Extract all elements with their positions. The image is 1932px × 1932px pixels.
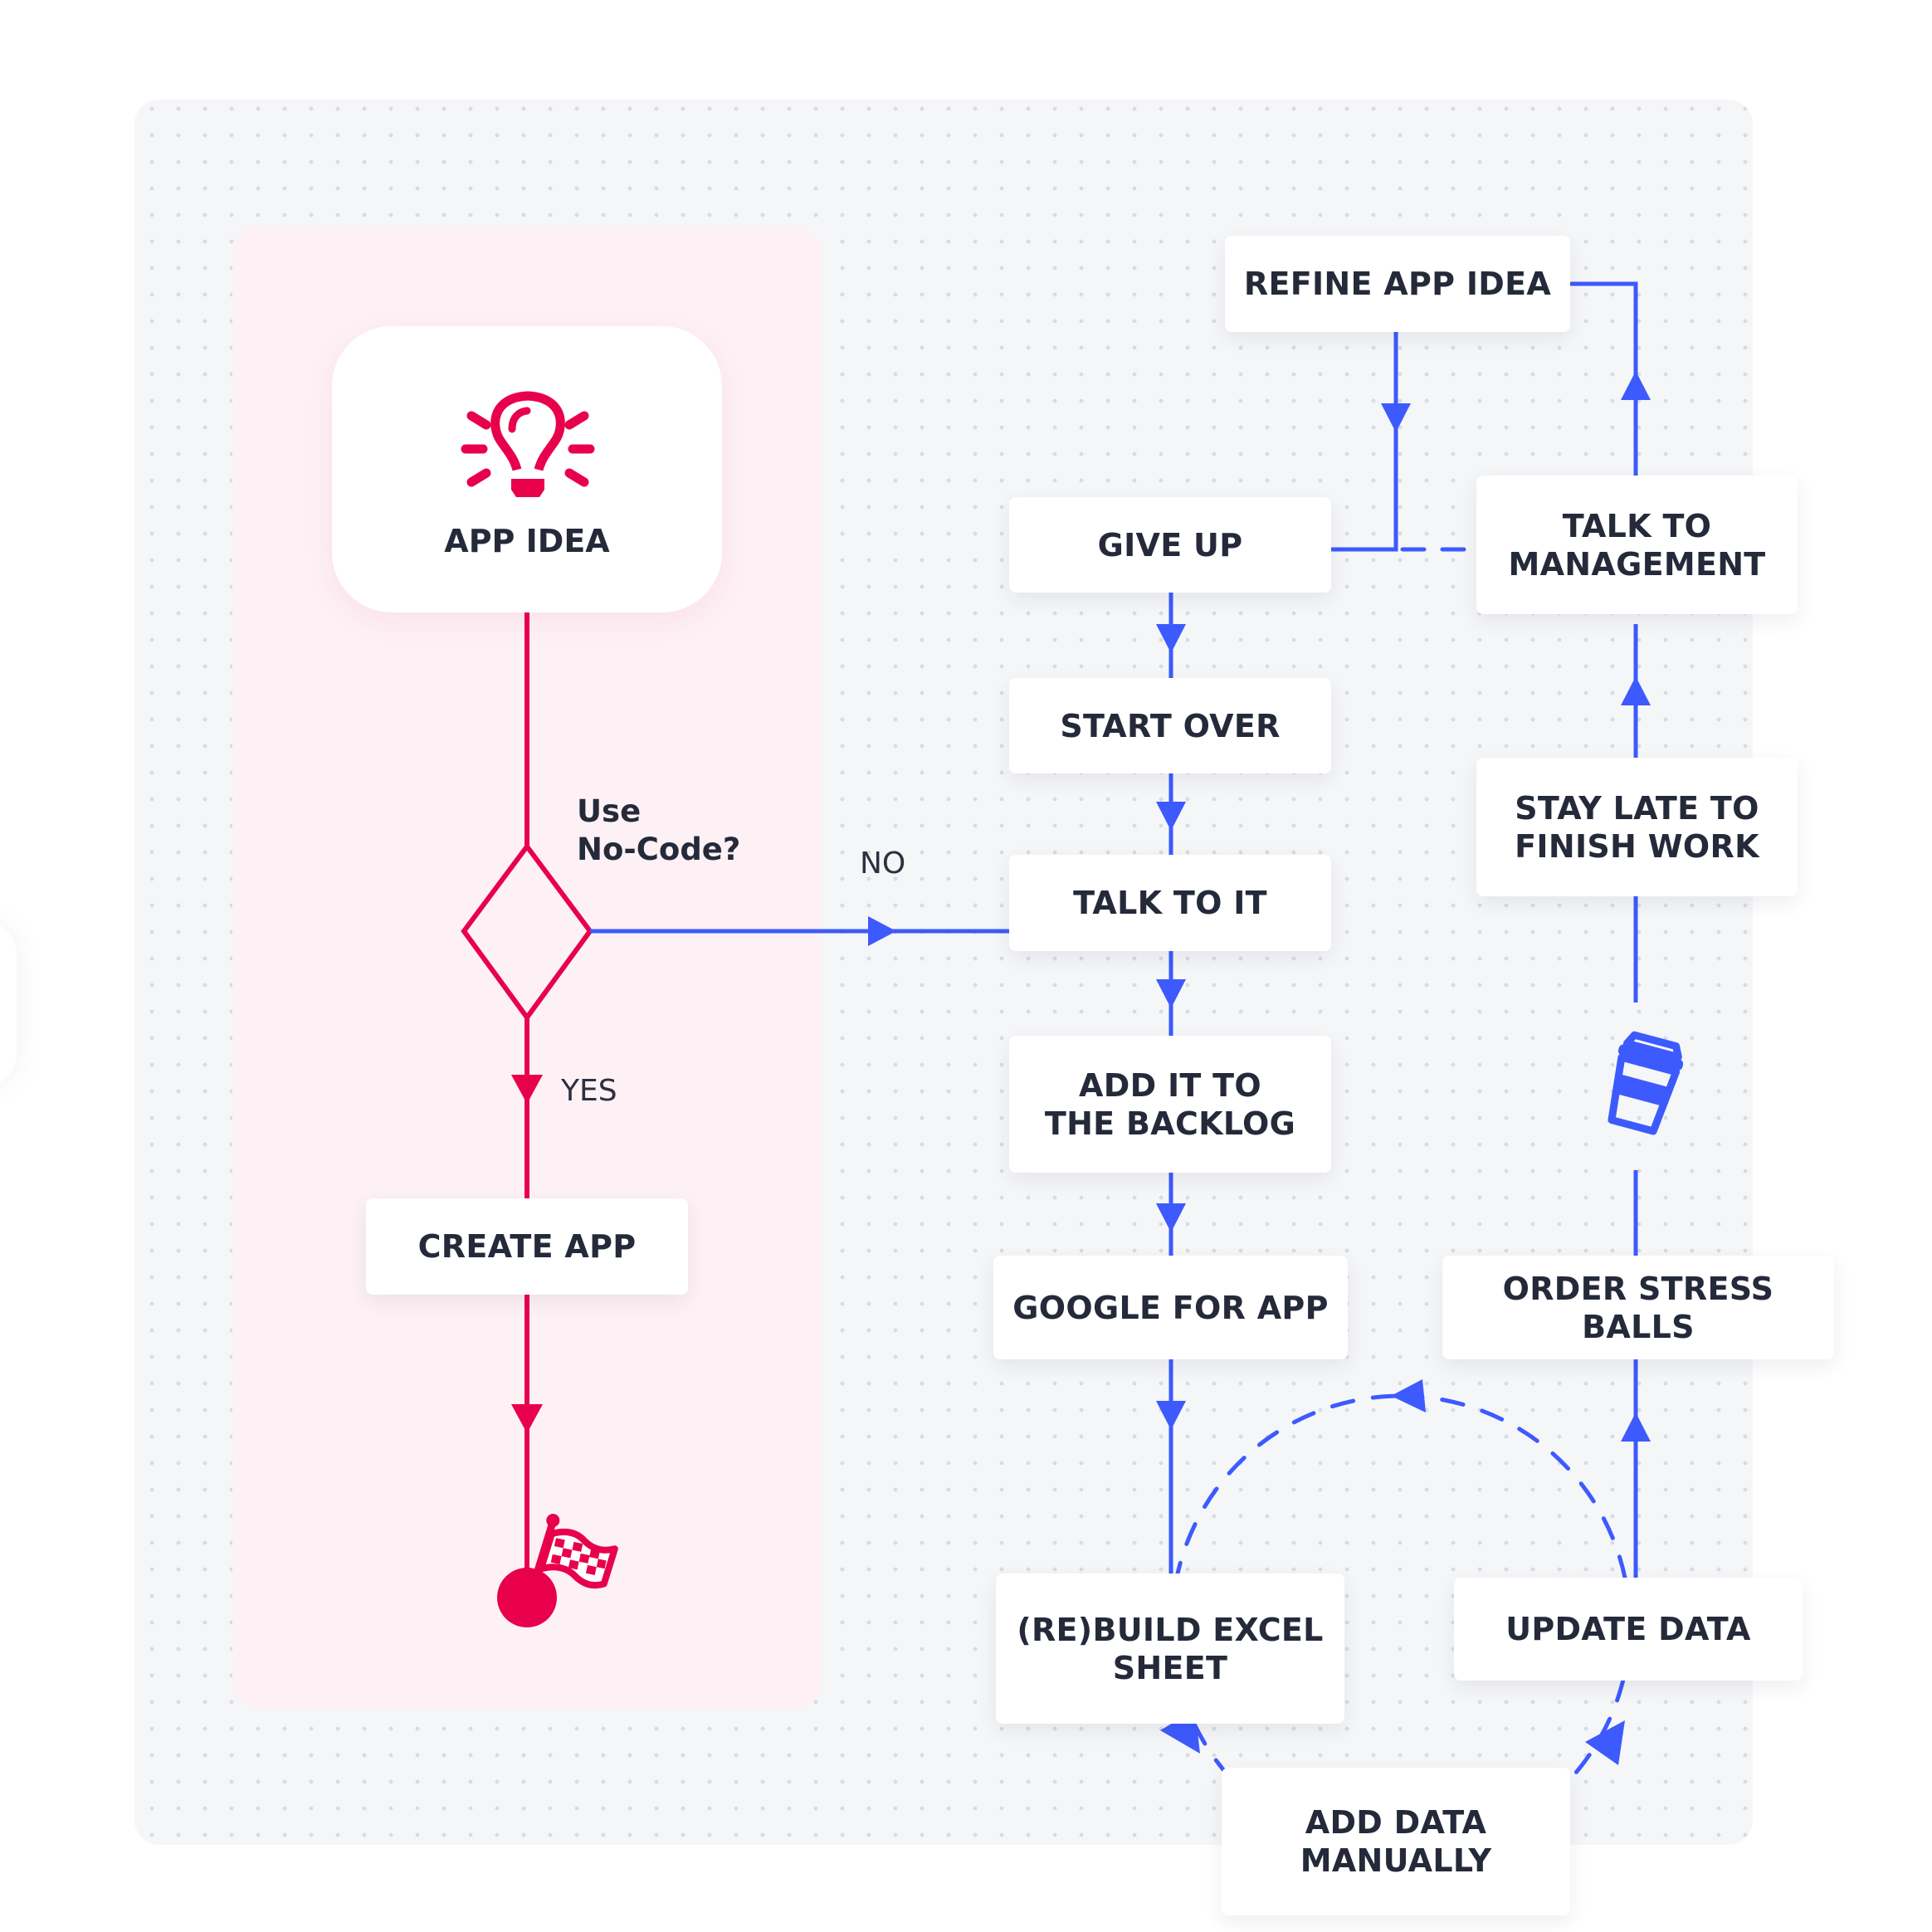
arrowhead-mgmt — [1621, 676, 1651, 705]
node-update-data[interactable]: UPDATE DATA — [1454, 1578, 1803, 1681]
start-node-label: APP IDEA — [444, 523, 610, 559]
node-talk-to-it[interactable]: TALK TO IT — [1009, 855, 1331, 951]
lightbulb-icon — [461, 391, 595, 497]
arrowhead-refine — [1621, 371, 1651, 400]
decision-question: Use No-Code? — [577, 793, 741, 867]
node-label: UPDATE DATA — [1505, 1611, 1751, 1647]
node-stay-late[interactable]: STAY LATE TO FINISH WORK — [1476, 758, 1798, 896]
branch-label-yes: YES — [561, 1074, 617, 1108]
node-label: TALK TO MANAGEMENT — [1508, 507, 1766, 583]
arrowhead-startover — [1156, 624, 1186, 653]
arrowhead-yes — [511, 1075, 543, 1104]
node-label: ADD IT TO THE BACKLOG — [1044, 1066, 1296, 1142]
node-give-up[interactable]: GIVE UP — [1009, 497, 1331, 593]
start-node-app-idea[interactable]: APP IDEA — [332, 326, 722, 612]
node-start-over[interactable]: START OVER — [1009, 678, 1331, 773]
node-talk-to-management[interactable]: TALK TO MANAGEMENT — [1476, 476, 1798, 614]
arrowhead-talkit — [1156, 802, 1186, 831]
arrowhead-no — [868, 916, 896, 946]
arrowhead-backlog — [1156, 979, 1186, 1008]
node-add-to-backlog[interactable]: ADD IT TO THE BACKLOG — [1009, 1036, 1331, 1173]
node-google-for-app[interactable]: GOOGLE FOR APP — [993, 1256, 1348, 1359]
node-label: GIVE UP — [1097, 526, 1243, 564]
arrowhead-giveup — [1381, 403, 1411, 432]
decision-diamond[interactable] — [461, 842, 593, 1022]
node-label: GOOGLE FOR APP — [1012, 1289, 1329, 1326]
node-label: ORDER STRESS BALLS — [1502, 1270, 1774, 1345]
node-label: (RE)BUILD EXCEL SHEET — [1017, 1611, 1324, 1686]
node-refine-app-idea[interactable]: REFINE APP IDEA — [1225, 236, 1570, 332]
node-label: REFINE APP IDEA — [1243, 266, 1552, 302]
node-label: START OVER — [1060, 707, 1281, 744]
node-rebuild-excel[interactable]: (RE)BUILD EXCEL SHEET — [996, 1573, 1344, 1724]
node-label: TALK TO IT — [1073, 885, 1267, 921]
branch-label-no: NO — [860, 846, 906, 881]
end-node[interactable] — [497, 1568, 557, 1627]
arrowhead-end — [511, 1404, 543, 1433]
arrowhead-google — [1156, 1203, 1186, 1232]
node-label: ADD DATA MANUALLY — [1300, 1804, 1492, 1879]
node-label: STAY LATE TO FINISH WORK — [1515, 789, 1759, 865]
arrowhead-loop-top — [1391, 1379, 1426, 1412]
node-order-stress-balls[interactable]: ORDER STRESS BALLS — [1442, 1256, 1834, 1359]
arrowhead-stress — [1621, 1412, 1651, 1442]
edge-mgmt-to-refine — [1570, 281, 1638, 476]
coffee-cup-icon — [1608, 1031, 1684, 1135]
edge-refine-to-giveup — [1331, 332, 1398, 552]
node-create-app[interactable]: CREATE APP — [366, 1198, 688, 1295]
arrowhead-rebuild — [1156, 1401, 1186, 1430]
node-add-data-manually[interactable]: ADD DATA MANUALLY — [1222, 1768, 1570, 1915]
node-label: CREATE APP — [417, 1228, 637, 1265]
